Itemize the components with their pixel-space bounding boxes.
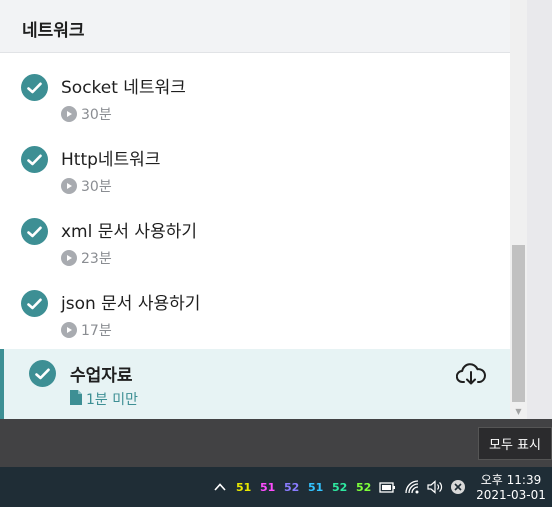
- check-circle-icon: [29, 360, 56, 387]
- duration-text: 17분: [81, 323, 112, 339]
- tray-meter[interactable]: 52: [332, 481, 347, 494]
- tray-meter[interactable]: 51: [308, 481, 323, 494]
- lecture-duration: 30분: [61, 176, 112, 196]
- play-icon: [61, 322, 77, 338]
- duration-text: 30분: [81, 179, 112, 195]
- section-title: 네트워크: [22, 21, 85, 41]
- lecture-item-active[interactable]: 수업자료 1분 미만: [0, 349, 510, 419]
- play-icon: [61, 178, 77, 194]
- lecture-item[interactable]: Socket 네트워크 30분: [0, 73, 510, 145]
- duration-text: 30분: [81, 107, 112, 123]
- tray-meter[interactable]: 52: [284, 481, 299, 494]
- close-circle-icon[interactable]: [449, 478, 469, 496]
- section-header[interactable]: 네트워크: [0, 0, 510, 53]
- taskbar: 51 51 52 51 52 52 오후 11:39 2021-03-01: [0, 467, 552, 507]
- play-icon: [61, 250, 77, 266]
- lecture-duration: 23분: [61, 248, 112, 268]
- duration-text: 23분: [81, 251, 112, 267]
- cloud-download-icon[interactable]: [455, 362, 486, 388]
- check-circle-icon: [21, 218, 48, 245]
- lecture-title: json 문서 사용하기: [61, 294, 201, 314]
- vertical-scrollbar[interactable]: ▼: [510, 0, 527, 419]
- lecture-title: 수업자료: [70, 366, 133, 386]
- tray-meter[interactable]: 52: [356, 481, 371, 494]
- volume-icon[interactable]: [425, 478, 445, 496]
- show-all-button[interactable]: 모두 표시: [478, 427, 552, 460]
- lecture-title: xml 문서 사용하기: [61, 222, 197, 242]
- check-circle-icon: [21, 290, 48, 317]
- curriculum-panel: 네트워크 Socket 네트워크 30분 Http네트워크 30분 xml 문서…: [0, 0, 510, 419]
- play-icon: [61, 106, 77, 122]
- clock-date[interactable]: 2021-03-01: [472, 488, 550, 502]
- lecture-title: Http네트워크: [61, 150, 161, 170]
- clock-time[interactable]: 오후 11:39: [477, 471, 545, 488]
- meta-text: 1분 미만: [86, 392, 138, 408]
- lecture-duration: 30분: [61, 104, 112, 124]
- lecture-title: Socket 네트워크: [61, 78, 186, 98]
- check-circle-icon: [21, 74, 48, 101]
- wifi-icon[interactable]: [403, 478, 423, 496]
- scrollbar-thumb[interactable]: [512, 245, 525, 402]
- lecture-duration: 17분: [61, 320, 112, 340]
- battery-icon[interactable]: [378, 478, 398, 496]
- notification-bar: 모두 표시: [0, 419, 552, 467]
- tray-meter[interactable]: 51: [260, 481, 275, 494]
- tray-meter[interactable]: 51: [236, 481, 251, 494]
- window-edge: [527, 0, 552, 419]
- lecture-meta: 1분 미만: [70, 389, 138, 409]
- scroll-down-arrow-icon[interactable]: ▼: [510, 405, 527, 417]
- chevron-up-icon[interactable]: [212, 479, 228, 495]
- lecture-item[interactable]: Http네트워크 30분: [0, 145, 510, 217]
- document-icon: [70, 389, 82, 409]
- check-circle-icon: [21, 146, 48, 173]
- lecture-item[interactable]: xml 문서 사용하기 23분: [0, 217, 510, 289]
